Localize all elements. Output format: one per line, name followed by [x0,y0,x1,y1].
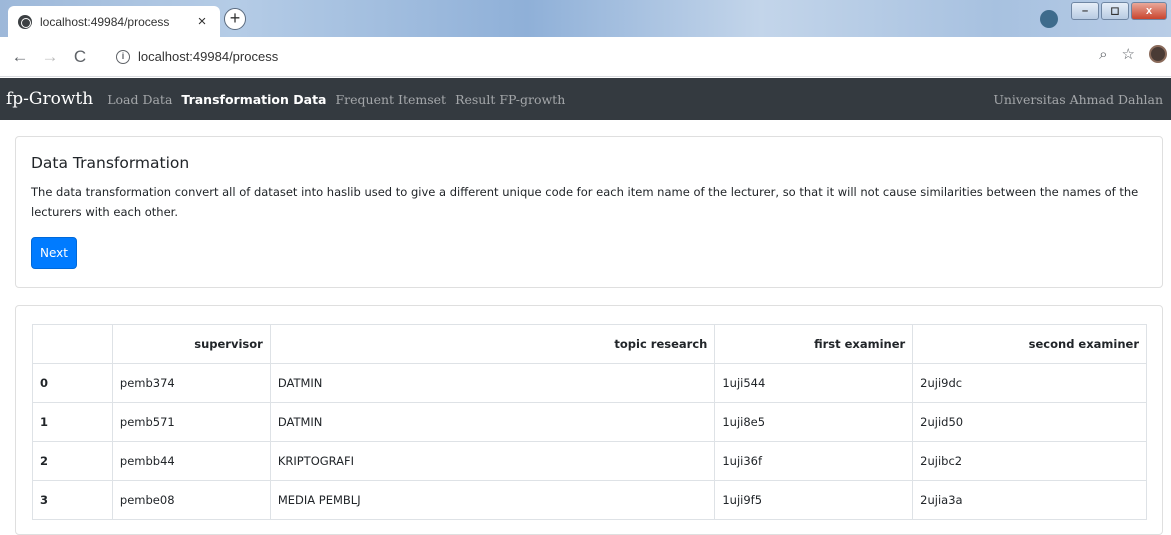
navbar-university: Universitas Ahmad Dahlan [993,91,1163,107]
table-row: 2 pembb44 KRIPTOGRAFI 1uji36f 2ujibc2 [32,441,1147,481]
next-button[interactable]: Next [31,237,77,269]
browser-toolbar: ← → C i localhost:49984/process ⌕ ☆ [0,37,1171,77]
forward-arrow-icon[interactable]: → [38,45,62,69]
cell-topic-research: DATMIN [269,363,716,403]
intro-card: Data Transformation The data transformat… [15,136,1163,288]
card-title: Data Transformation [31,154,190,172]
navbar-brand[interactable]: fp-Growth [6,89,93,109]
table-row: 1 pemb571 DATMIN 1uji8e5 2ujid50 [32,402,1147,442]
table-card: supervisor topic research first examiner… [15,305,1163,535]
close-window-button[interactable]: x [1131,2,1167,20]
table-header-row: supervisor topic research first examiner… [32,324,1147,364]
transformation-table: supervisor topic research first examiner… [32,324,1147,520]
window-profile-icon [1040,10,1058,28]
table-row: 3 pembe08 MEDIA PEMBLJ 1uji9f5 2ujia3a [32,480,1147,520]
cell-topic-research: DATMIN [269,402,716,442]
nav-link-result-fp-growth[interactable]: Result FP-growth [455,92,565,107]
cell-first-examiner: 1uji9f5 [714,480,914,520]
minimize-button[interactable]: – [1071,2,1099,20]
cell-supervisor: pembb44 [111,441,271,481]
row-index: 1 [32,402,113,442]
card-description: The data transformation convert all of d… [31,185,1139,219]
cell-second-examiner: 2uji9dc [912,363,1147,403]
window-controls: – ◻ x [1071,2,1167,20]
header-second-examiner: second examiner [912,324,1147,364]
back-arrow-icon[interactable]: ← [8,45,32,69]
row-index: 0 [32,363,113,403]
info-icon[interactable]: i [116,49,130,64]
cell-topic-research: KRIPTOGRAFI [269,441,716,481]
header-index [32,324,113,364]
app-navbar: fp-Growth Load Data Transformation Data … [0,78,1171,120]
nav-link-transformation-data[interactable]: Transformation Data [181,92,326,107]
cell-supervisor: pemb571 [111,402,271,442]
browser-tab-strip: localhost:49984/process × + – ◻ x [0,0,1171,37]
address-bar[interactable]: localhost:49984/process [138,49,278,64]
globe-icon [18,14,32,29]
browser-tab[interactable]: localhost:49984/process × [8,6,220,37]
header-first-examiner: first examiner [714,324,914,364]
tab-title: localhost:49984/process [40,14,170,29]
cell-supervisor: pemb374 [111,363,271,403]
row-index: 3 [32,480,113,520]
zoom-icon[interactable]: ⌕ [1099,46,1107,63]
profile-avatar[interactable] [1149,45,1167,63]
row-index: 2 [32,441,113,481]
cell-second-examiner: 2ujibc2 [912,441,1147,481]
table-row: 0 pemb374 DATMIN 1uji544 2uji9dc [32,363,1147,403]
cell-first-examiner: 1uji36f [714,441,914,481]
maximize-button[interactable]: ◻ [1101,2,1129,20]
cell-topic-research: MEDIA PEMBLJ [269,480,716,520]
cell-first-examiner: 1uji8e5 [714,402,914,442]
bookmark-star-icon[interactable]: ☆ [1122,45,1135,63]
cell-first-examiner: 1uji544 [714,363,914,403]
cell-second-examiner: 2ujid50 [912,402,1147,442]
header-topic-research: topic research [269,324,716,364]
reload-icon[interactable]: C [68,45,92,69]
new-tab-button[interactable]: + [224,8,246,30]
tab-close-button[interactable]: × [194,13,210,30]
nav-link-frequent-itemset[interactable]: Frequent Itemset [335,92,446,107]
cell-second-examiner: 2ujia3a [912,480,1147,520]
header-supervisor: supervisor [111,324,271,364]
nav-link-load-data[interactable]: Load Data [107,92,172,107]
cell-supervisor: pembe08 [111,480,271,520]
